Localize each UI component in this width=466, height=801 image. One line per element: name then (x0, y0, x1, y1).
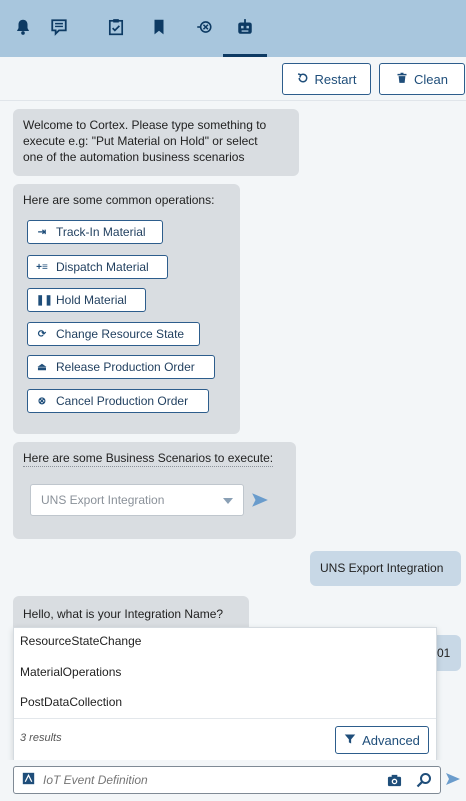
filter-icon (344, 733, 356, 748)
bookmark-icon (150, 18, 168, 39)
dropdown-option[interactable]: MaterialOperations (20, 662, 121, 682)
message-composer (0, 760, 466, 801)
results-count: 3 results (20, 732, 62, 744)
operation-label: Hold Material (56, 293, 127, 307)
hold-material-button[interactable]: ❚❚ Hold Material (27, 288, 146, 312)
message-input[interactable] (43, 773, 343, 787)
user-message: UNS Export Integration (310, 551, 461, 586)
chevron-down-icon (223, 498, 233, 504)
send-message-button[interactable] (445, 771, 463, 789)
entity-type-icon (22, 772, 35, 788)
cycle-icon: ⟳ (37, 328, 47, 340)
eject-icon: ⏏ (37, 361, 47, 373)
message-icon (50, 18, 68, 39)
welcome-line-3: one of the automation business scenarios (23, 150, 245, 164)
tab-flows[interactable] (186, 0, 222, 57)
restart-button[interactable]: Restart (282, 63, 371, 95)
cancel-circle-icon: ⊗ (37, 395, 47, 407)
search-icon[interactable] (416, 772, 432, 791)
pause-icon: ❚❚ (36, 294, 53, 306)
trash-icon (396, 72, 408, 87)
partial-message-text: 01 (437, 646, 451, 660)
clean-label: Clean (414, 71, 448, 87)
send-scenario-button[interactable] (251, 491, 269, 509)
welcome-line-2: execute e.g: "Put Material on Hold" or s… (23, 134, 258, 148)
dispatch-material-button[interactable]: +≡ Dispatch Material (27, 255, 168, 279)
tab-bookmarks[interactable] (141, 0, 177, 57)
bell-icon (14, 18, 32, 39)
cancel-production-order-button[interactable]: ⊗ Cancel Production Order (27, 389, 209, 413)
operation-label: Change Resource State (56, 327, 185, 341)
tab-tasks[interactable] (98, 0, 134, 57)
dropdown-option[interactable]: ResourceStateChange (20, 631, 141, 651)
track-in-material-button[interactable]: ⇥ Track-In Material (27, 220, 163, 244)
user-message-text: UNS Export Integration (320, 561, 444, 575)
send-icon (445, 773, 461, 790)
operation-label: Cancel Production Order (56, 394, 189, 408)
dropdown-option[interactable]: PostDataCollection (20, 692, 122, 712)
welcome-line-1: Welcome to Cortex. Please type something… (23, 118, 267, 132)
release-production-order-button[interactable]: ⏏ Release Production Order (27, 355, 215, 379)
send-icon (251, 493, 269, 512)
message-input-wrapper (13, 766, 441, 794)
operation-label: Release Production Order (56, 360, 195, 374)
operation-label: Track-In Material (56, 225, 146, 239)
scenario-select[interactable]: UNS Export Integration (30, 484, 244, 516)
robot-icon (236, 18, 254, 39)
tab-notifications[interactable] (5, 0, 41, 57)
operations-title: Here are some common operations: (23, 193, 215, 207)
dispatch-icon: +≡ (36, 261, 48, 273)
welcome-message: Welcome to Cortex. Please type something… (13, 109, 299, 176)
change-resource-state-button[interactable]: ⟳ Change Resource State (27, 322, 200, 346)
advanced-button[interactable]: Advanced (335, 726, 429, 754)
track-in-icon: ⇥ (37, 226, 47, 238)
chat-toolbar: Restart Clean (0, 57, 466, 101)
restart-label: Restart (314, 71, 357, 87)
advanced-label: Advanced (362, 732, 420, 748)
clean-button[interactable]: Clean (379, 63, 465, 95)
autocomplete-dropdown: ResourceStateChange MaterialOperations P… (13, 627, 437, 761)
operation-label: Dispatch Material (56, 260, 149, 274)
scenario-select-value: UNS Export Integration (41, 493, 165, 507)
tab-assistant[interactable] (223, 0, 267, 57)
dropdown-footer: 3 results Advanced (14, 718, 436, 762)
top-tab-bar (0, 0, 466, 57)
camera-icon[interactable] (387, 773, 402, 791)
tab-messages[interactable] (41, 0, 77, 57)
restart-icon (297, 72, 309, 87)
scenarios-title: Here are some Business Scenarios to exec… (23, 451, 274, 467)
clipboard-check-icon (107, 18, 125, 39)
flow-cancel-icon (195, 18, 213, 39)
question-text: Hello, what is your Integration Name? (23, 607, 224, 621)
